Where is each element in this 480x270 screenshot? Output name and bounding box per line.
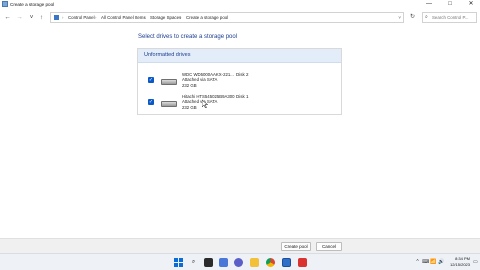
mouse-cursor-icon xyxy=(202,100,208,108)
breadcrumb-separator: › xyxy=(144,15,146,20)
hard-drive-icon xyxy=(161,79,177,85)
recorder-app-icon[interactable] xyxy=(298,258,307,267)
task-view-icon[interactable] xyxy=(204,258,213,267)
drive-size: 232 GB xyxy=(182,82,197,88)
drive-checkbox[interactable]: ✓ xyxy=(148,99,154,105)
forward-button[interactable]: → xyxy=(15,14,24,22)
group-header[interactable]: Unformatted drives xyxy=(138,49,341,63)
back-button[interactable]: ← xyxy=(3,14,12,22)
breadcrumb-separator: › xyxy=(95,15,97,20)
volume-icon[interactable]: 🔊 xyxy=(438,258,445,266)
cancel-button[interactable]: Cancel xyxy=(316,242,342,251)
breadcrumb-all-items[interactable]: All Control Panel Items xyxy=(101,13,146,22)
create-pool-button[interactable]: Create pool xyxy=(281,242,311,251)
breadcrumb-create-pool[interactable]: Create a storage pool xyxy=(186,13,228,22)
drive-checkbox[interactable]: ✓ xyxy=(148,77,154,83)
address-toolbar: ← → ˅ ↑ › Control Panel › All Control Pa… xyxy=(0,9,480,26)
minimize-button[interactable]: — xyxy=(421,0,437,9)
breadcrumb-storage-spaces[interactable]: Storage Spaces xyxy=(150,13,181,22)
close-button[interactable]: ✕ xyxy=(463,0,479,9)
control-panel-taskbar-icon[interactable] xyxy=(282,258,291,267)
chat-icon[interactable] xyxy=(234,258,243,267)
breadcrumb-separator: › xyxy=(180,15,182,20)
search-icon[interactable]: ⌕ xyxy=(189,258,198,267)
breadcrumb-control-panel[interactable]: Control Panel xyxy=(68,13,95,22)
control-panel-icon xyxy=(54,15,59,20)
maximize-button[interactable]: □ xyxy=(442,0,458,9)
drive-row[interactable]: ✓ WDC WD5000AAKX-221... Attached via SAT… xyxy=(138,70,341,90)
drive-disk-number: Disk 1 xyxy=(236,94,249,99)
network-icon[interactable]: 📶 xyxy=(430,258,437,266)
search-box[interactable]: ⌕ xyxy=(422,12,477,23)
group-title: Unformatted drives xyxy=(144,52,191,58)
hard-drive-icon xyxy=(161,101,177,107)
tray-overflow-icon[interactable]: ^ xyxy=(414,258,421,266)
clock-date: 12/15/2023 xyxy=(449,261,470,267)
drive-size: 232 GB xyxy=(182,104,197,110)
dialog-button-bar: Create pool Cancel xyxy=(0,238,480,253)
clock[interactable]: 8:34 PM 12/15/2023 xyxy=(446,256,470,267)
file-explorer-icon[interactable] xyxy=(250,258,259,267)
search-icon: ⌕ xyxy=(425,14,428,20)
chrome-icon[interactable] xyxy=(266,258,275,267)
start-button[interactable] xyxy=(174,258,183,267)
storage-app-icon xyxy=(2,1,8,7)
title-bar: Create a storage pool — □ ✕ xyxy=(0,0,480,9)
breadcrumb-separator: › xyxy=(62,15,64,20)
drive-row[interactable]: ✓ Hitachi HTS545025B9A300 Attached via S… xyxy=(138,92,341,112)
refresh-button[interactable]: ↻ xyxy=(408,13,417,22)
window-title: Create a storage pool xyxy=(10,2,55,7)
widgets-icon[interactable] xyxy=(219,258,228,267)
drive-disk-number: Disk 2 xyxy=(236,72,249,77)
drive-selection-panel: Unformatted drives ✓ WDC WD5000AAKX-221.… xyxy=(137,48,342,115)
search-input[interactable] xyxy=(432,13,476,22)
notification-icon[interactable]: ▭ xyxy=(473,259,478,265)
up-button[interactable]: ↑ xyxy=(37,14,46,22)
taskbar: ⌕ ^ ⌨ 📶 🔊 8:34 PM 12/15/2023 ▭ xyxy=(0,253,480,270)
recent-locations-button[interactable]: ˅ xyxy=(27,14,36,22)
page-heading: Select drives to create a storage pool xyxy=(138,34,238,40)
address-dropdown-icon[interactable]: ˅ xyxy=(398,13,401,22)
keyboard-icon[interactable]: ⌨ xyxy=(422,258,429,266)
address-field[interactable]: › Control Panel › All Control Panel Item… xyxy=(50,12,404,23)
